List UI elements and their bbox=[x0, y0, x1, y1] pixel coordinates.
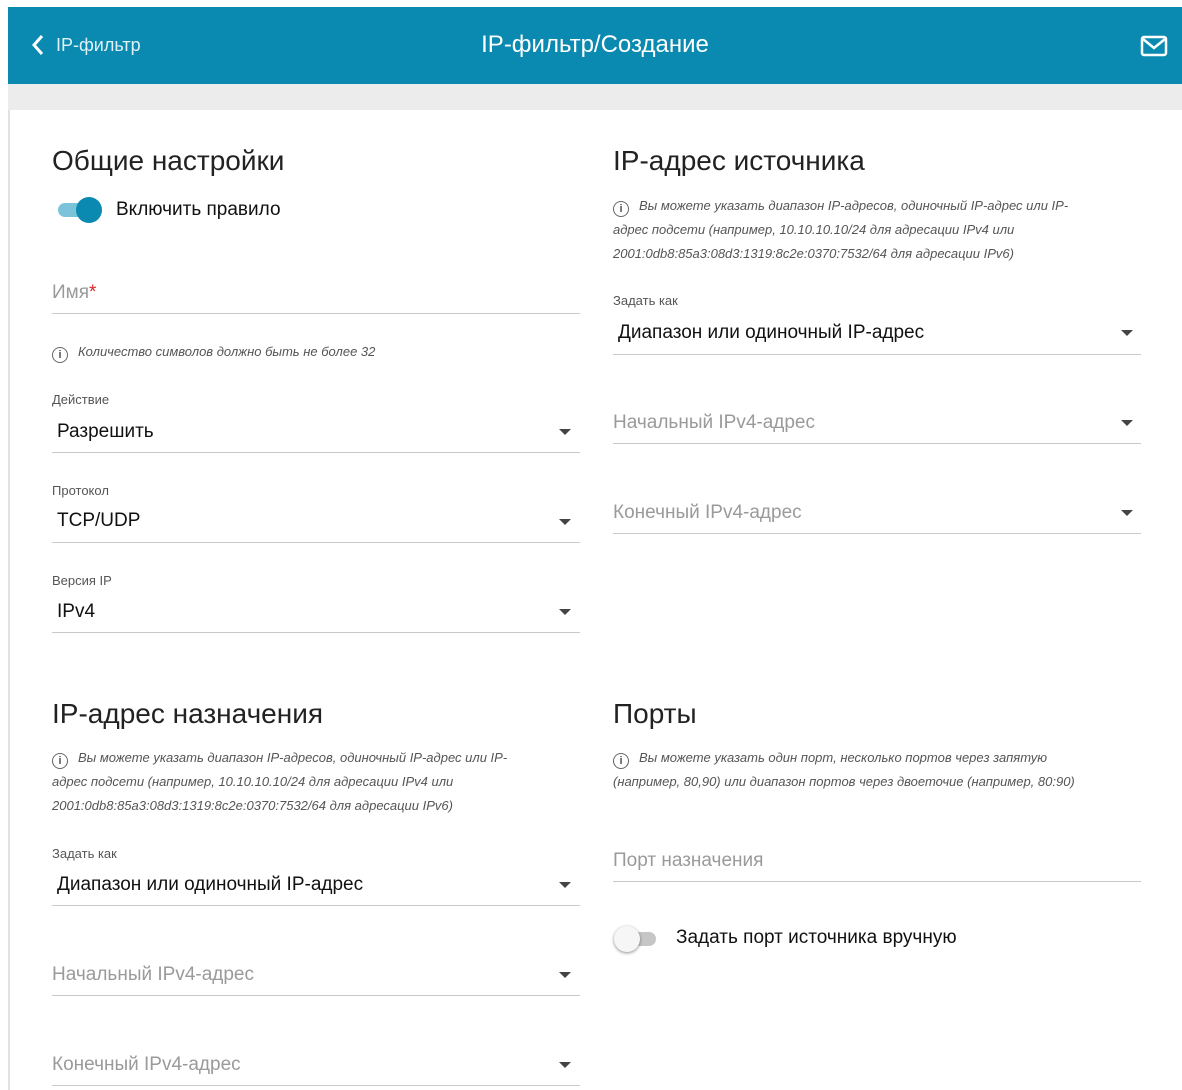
chevron-down-icon[interactable] bbox=[559, 882, 571, 888]
destination-set-as-underline bbox=[52, 905, 580, 906]
name-underline bbox=[52, 313, 580, 314]
enable-rule-toggle[interactable] bbox=[54, 195, 102, 223]
source-hint-line: адрес подсети (например, 10.10.10.10/24 … bbox=[613, 222, 1015, 237]
action-label: Действие bbox=[52, 392, 110, 407]
manual-source-port-label: Задать порт источника вручную bbox=[676, 927, 957, 948]
protocol-select[interactable]: TCP/UDP bbox=[57, 510, 140, 532]
ip-version-underline bbox=[52, 632, 580, 633]
header-separator bbox=[8, 84, 1182, 110]
source-start-underline bbox=[613, 443, 1141, 444]
enable-rule-label: Включить правило bbox=[116, 199, 281, 220]
protocol-label: Протокол bbox=[52, 483, 109, 498]
name-hint: i Количество символов должно быть не боле… bbox=[52, 340, 375, 364]
page-title: IP-фильтр/Создание bbox=[481, 31, 709, 58]
chevron-down-icon[interactable] bbox=[1121, 330, 1133, 336]
destination-hint-line: i Вы можете указать диапазон IP-адресов, … bbox=[52, 746, 507, 770]
toggle-knob bbox=[76, 197, 102, 223]
info-icon: i bbox=[52, 347, 68, 363]
destination-hint-line: 2001:0db8:85a3:08d3:1319:8c2e:0370:7532/… bbox=[52, 798, 453, 813]
destination-start-underline bbox=[52, 995, 580, 996]
destination-ip-title: IP-адрес назначения bbox=[52, 698, 324, 729]
destination-hint-line: адрес подсети (например, 10.10.10.10/24 … bbox=[52, 774, 454, 789]
protocol-underline bbox=[52, 542, 580, 543]
destination-end-underline bbox=[52, 1085, 580, 1086]
source-start-ip-field[interactable]: Начальный IPv4-адрес bbox=[613, 412, 815, 434]
top-bar: IP-фильтр IP-фильтр/Создание bbox=[8, 7, 1182, 84]
toggle-knob bbox=[614, 926, 640, 952]
ports-hint: i Вы можете указать один порт, несколько … bbox=[613, 746, 1075, 794]
action-underline bbox=[52, 452, 580, 453]
name-hint-text: Количество символов должно быть не более… bbox=[78, 344, 376, 359]
chevron-down-icon[interactable] bbox=[559, 429, 571, 435]
chevron-down-icon[interactable] bbox=[1121, 510, 1133, 516]
source-end-ip-field[interactable]: Конечный IPv4-адрес bbox=[613, 502, 802, 524]
mail-icon[interactable] bbox=[1140, 35, 1168, 57]
source-end-underline bbox=[613, 533, 1141, 534]
manual-source-port-toggle[interactable] bbox=[614, 924, 662, 952]
action-select[interactable]: Разрешить bbox=[57, 421, 154, 443]
destination-set-as-select[interactable]: Диапазон или одиночный IP-адрес bbox=[57, 874, 363, 896]
chevron-down-icon[interactable] bbox=[559, 972, 571, 978]
source-set-as-label: Задать как bbox=[613, 293, 678, 308]
name-placeholder: Имя bbox=[52, 282, 90, 303]
destination-port-underline bbox=[613, 881, 1141, 882]
chevron-down-icon[interactable] bbox=[559, 519, 571, 525]
source-hint: i Вы можете указать диапазон IP-адресов, … bbox=[613, 194, 1068, 266]
chevron-down-icon[interactable] bbox=[559, 609, 571, 615]
ports-title: Порты bbox=[613, 698, 697, 729]
general-settings-title: Общие настройки bbox=[52, 145, 285, 176]
chevron-down-icon[interactable] bbox=[559, 1062, 571, 1068]
chevron-down-icon[interactable] bbox=[1121, 420, 1133, 426]
destination-set-as-label: Задать как bbox=[52, 846, 117, 861]
info-icon: i bbox=[52, 753, 68, 769]
destination-hint: i Вы можете указать диапазон IP-адресов, … bbox=[52, 746, 507, 818]
ip-version-label: Версия IP bbox=[52, 573, 112, 588]
destination-end-ip-field[interactable]: Конечный IPv4-адрес bbox=[52, 1054, 241, 1076]
source-hint-line: i Вы можете указать диапазон IP-адресов, … bbox=[613, 194, 1068, 218]
ports-hint-line: i Вы можете указать один порт, несколько … bbox=[613, 746, 1075, 770]
required-mark: * bbox=[89, 282, 97, 303]
info-icon: i bbox=[613, 753, 629, 769]
ip-version-select[interactable]: IPv4 bbox=[57, 601, 95, 623]
destination-start-ip-field[interactable]: Начальный IPv4-адрес bbox=[52, 964, 254, 986]
ports-hint-line: (например, 80,90) или диапазон портов че… bbox=[613, 774, 1075, 789]
source-set-as-select[interactable]: Диапазон или одиночный IP-адрес bbox=[618, 322, 924, 344]
left-divider bbox=[8, 110, 10, 1090]
destination-port-field[interactable]: Порт назначения bbox=[613, 850, 763, 872]
source-ip-title: IP-адрес источника bbox=[613, 145, 865, 176]
info-icon: i bbox=[613, 201, 629, 217]
source-hint-line: 2001:0db8:85a3:08d3:1319:8c2e:0370:7532/… bbox=[613, 246, 1014, 261]
name-field[interactable]: Имя* bbox=[52, 282, 96, 304]
source-set-as-underline bbox=[613, 354, 1141, 355]
